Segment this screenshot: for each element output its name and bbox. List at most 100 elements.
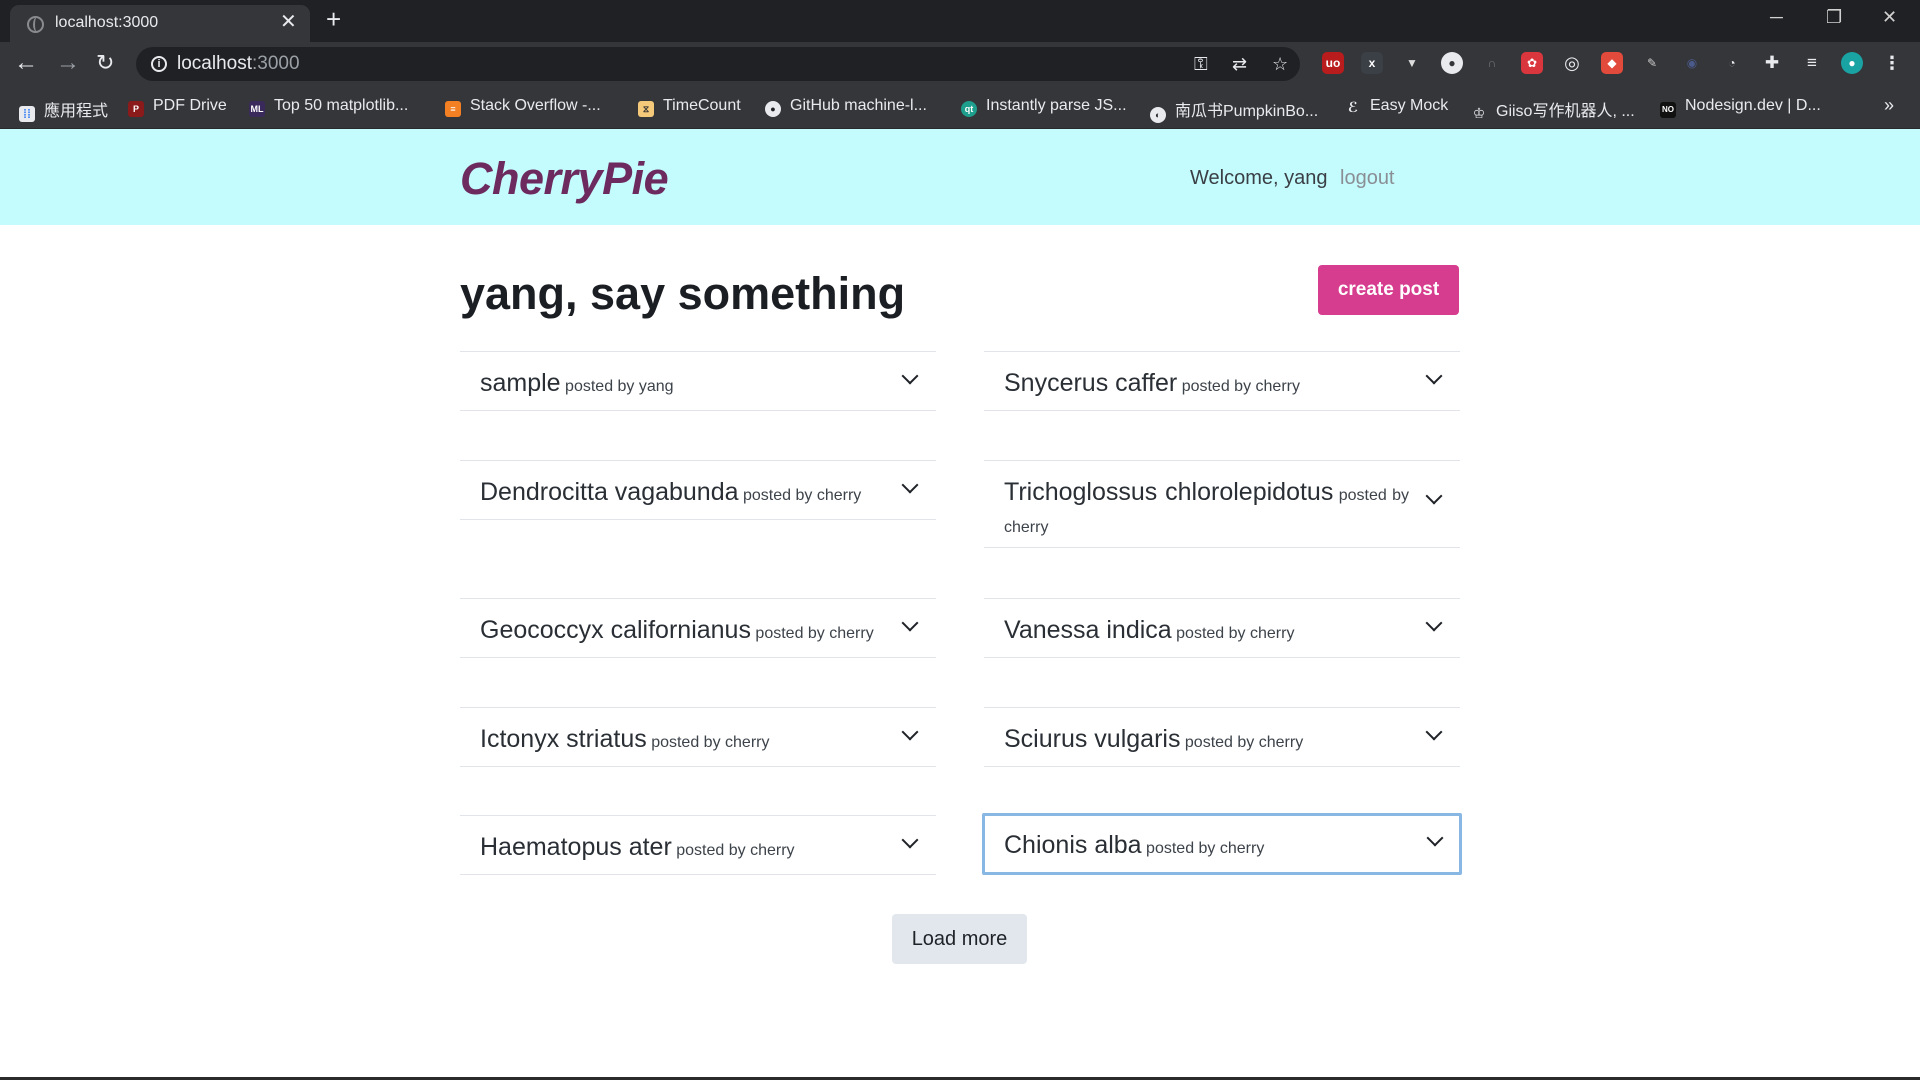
browser-toolbar: ← → ↻ i localhost:3000 ⚿ ⇄ ☆ uo x ▼ ● ∩ … bbox=[0, 42, 1920, 87]
target-icon[interactable]: ◎ bbox=[1561, 52, 1583, 74]
chevron-down-icon[interactable] bbox=[901, 831, 919, 849]
giiso-icon: ♔ bbox=[1471, 105, 1487, 121]
chevron-down-icon[interactable] bbox=[1425, 614, 1443, 632]
post-byline: posted by cherry bbox=[676, 842, 795, 859]
bookmarks-bar: ⁞⁞ 應用程式 P PDF Drive ML Top 50 matplotlib...… bbox=[0, 87, 1920, 129]
pdf-drive-icon: P bbox=[128, 101, 144, 117]
easymock-icon: ℰ bbox=[1345, 99, 1361, 115]
chevron-down-icon[interactable] bbox=[901, 723, 919, 741]
post-title: Sciurus vulgaris bbox=[1004, 725, 1181, 753]
red-extension-icon[interactable]: ✿ bbox=[1521, 52, 1543, 74]
chevron-down-icon[interactable] bbox=[1425, 367, 1443, 385]
post-title: Snycerus caffer bbox=[1004, 369, 1178, 397]
ml-icon: ML bbox=[249, 101, 265, 117]
github-icon: ● bbox=[765, 101, 781, 117]
post-title: Chionis alba bbox=[1004, 831, 1142, 859]
ublock-icon[interactable]: uo bbox=[1322, 52, 1344, 74]
translate-icon[interactable]: ⇄ bbox=[1232, 54, 1247, 74]
post-card-focused[interactable]: Chionis alba posted by cherry bbox=[982, 813, 1462, 875]
bookmark-nodesign[interactable]: NO Nodesign.dev | D... bbox=[1660, 97, 1821, 118]
globe-icon bbox=[27, 16, 44, 33]
stackoverflow-icon: ≡ bbox=[445, 101, 461, 117]
post-byline: posted by cherry bbox=[1181, 378, 1300, 395]
bookmark-giiso[interactable]: ♔ Giiso写作机器人, ... bbox=[1471, 97, 1635, 121]
bookmark-pumpkinbook[interactable]: ◐ 南瓜书PumpkinBo... bbox=[1150, 97, 1318, 123]
media-queue-icon[interactable]: ≡ bbox=[1801, 52, 1823, 74]
create-post-button[interactable]: create post bbox=[1318, 265, 1459, 315]
bookmark-apps[interactable]: ⁞⁞ 應用程式 bbox=[19, 97, 108, 122]
apps-grid-icon: ⁞⁞ bbox=[19, 106, 35, 122]
chevron-down-icon[interactable] bbox=[901, 614, 919, 632]
key-icon[interactable]: ⚿ bbox=[1194, 54, 1208, 74]
close-window-icon[interactable]: ✕ bbox=[1882, 6, 1897, 28]
site-header: CherryPie Welcome, yang logout bbox=[0, 129, 1920, 225]
post-title: Ictonyx striatus bbox=[480, 725, 647, 753]
post-title: Vanessa indica bbox=[1004, 616, 1172, 644]
url-text: localhost:3000 bbox=[177, 53, 300, 74]
circle-extension-icon[interactable]: ● bbox=[1441, 52, 1463, 74]
tab-title: localhost:3000 bbox=[55, 14, 159, 31]
reload-icon[interactable]: ↻ bbox=[96, 48, 114, 78]
post-byline: posted by cherry bbox=[1146, 840, 1265, 857]
post-title: Haematopus ater bbox=[480, 833, 672, 861]
address-bar[interactable]: i localhost:3000 ⚿ ⇄ ☆ bbox=[136, 47, 1300, 81]
puzzle-icon[interactable]: ✚ bbox=[1761, 52, 1783, 74]
bookmarks-overflow-icon[interactable]: » bbox=[1884, 95, 1894, 116]
new-tab-icon[interactable]: + bbox=[326, 6, 341, 32]
post-card[interactable]: Vanessa indica posted by cherry bbox=[984, 598, 1460, 658]
bookmark-easymock[interactable]: ℰ Easy Mock bbox=[1345, 97, 1448, 115]
cube-icon[interactable]: ◆ bbox=[1601, 52, 1623, 74]
owl-icon[interactable]: ◔ bbox=[1721, 52, 1743, 74]
browser-tab-strip: localhost:3000 ✕ + ─ ❐ ✕ bbox=[0, 0, 1920, 42]
headphones-icon[interactable]: ∩ bbox=[1481, 52, 1503, 74]
bookmark-pdf-drive[interactable]: P PDF Drive bbox=[128, 97, 227, 117]
logout-link[interactable]: logout bbox=[1340, 167, 1395, 190]
post-card[interactable]: Ictonyx striatus posted by cherry bbox=[460, 707, 936, 767]
bookmark-github[interactable]: ● GitHub machine-l... bbox=[765, 97, 927, 117]
bookmark-stackoverflow[interactable]: ≡ Stack Overflow -... bbox=[445, 97, 601, 117]
globe-icon: ◐ bbox=[1150, 107, 1166, 123]
post-card[interactable]: Snycerus caffer posted by cherry bbox=[984, 351, 1460, 411]
bookmark-matplotlib[interactable]: ML Top 50 matplotlib... bbox=[249, 97, 408, 117]
forward-icon[interactable]: → bbox=[56, 48, 80, 78]
bookmark-star-icon[interactable]: ☆ bbox=[1272, 54, 1288, 74]
post-title: Dendrocitta vagabunda bbox=[480, 478, 739, 506]
menu-kebab-icon[interactable]: ⋮ bbox=[1881, 52, 1903, 74]
chevron-down-icon[interactable] bbox=[1425, 723, 1443, 741]
page-title: yang, say something bbox=[460, 268, 906, 319]
post-title: Trichoglossus chlorolepidotus bbox=[1004, 478, 1334, 506]
chevron-down-icon[interactable] bbox=[901, 367, 919, 385]
extension-x-icon[interactable]: x bbox=[1361, 52, 1383, 74]
post-card[interactable]: Dendrocitta vagabunda posted by cherry bbox=[460, 460, 936, 520]
post-card[interactable]: Geococcyx californianus posted by cherry bbox=[460, 598, 936, 658]
nodesign-icon: NO bbox=[1660, 102, 1676, 118]
welcome-text: Welcome, yang bbox=[1190, 167, 1328, 189]
restore-icon[interactable]: ❐ bbox=[1826, 6, 1842, 28]
browser-tab[interactable]: localhost:3000 ✕ bbox=[10, 5, 310, 42]
post-card[interactable]: sample posted by yang bbox=[460, 351, 936, 411]
timecount-icon: ⧖ bbox=[638, 101, 654, 117]
post-card[interactable]: Trichoglossus chlorolepidotus posted by … bbox=[984, 460, 1460, 548]
post-byline: posted by cherry bbox=[1184, 734, 1304, 751]
back-icon[interactable]: ← bbox=[14, 48, 38, 78]
brand-logo[interactable]: CherryPie bbox=[460, 153, 669, 205]
chevron-down-icon[interactable] bbox=[1426, 829, 1444, 847]
pen-icon[interactable]: ✎ bbox=[1641, 52, 1663, 74]
post-byline: posted by yang bbox=[565, 378, 674, 395]
post-byline: posted by cherry bbox=[651, 734, 770, 751]
post-card[interactable]: Haematopus ater posted by cherry bbox=[460, 815, 936, 875]
post-title: sample bbox=[480, 369, 561, 397]
site-info-icon[interactable]: i bbox=[151, 56, 167, 72]
post-byline: posted by cherry bbox=[1176, 625, 1295, 642]
bookmark-quicktype[interactable]: qt Instantly parse JS... bbox=[961, 97, 1127, 117]
dark-extension-icon[interactable]: ◉ bbox=[1681, 52, 1703, 74]
load-more-button[interactable]: Load more bbox=[892, 914, 1027, 964]
profile-avatar-icon[interactable]: ● bbox=[1841, 52, 1863, 74]
bookmark-timecount[interactable]: ⧖ TimeCount bbox=[638, 97, 741, 117]
vue-devtools-icon[interactable]: ▼ bbox=[1401, 52, 1423, 74]
chevron-down-icon[interactable] bbox=[901, 476, 919, 494]
chevron-down-icon[interactable] bbox=[1425, 487, 1443, 505]
minimize-icon[interactable]: ─ bbox=[1770, 6, 1783, 28]
close-tab-icon[interactable]: ✕ bbox=[280, 11, 297, 33]
post-card[interactable]: Sciurus vulgaris posted by cherry bbox=[984, 707, 1460, 767]
